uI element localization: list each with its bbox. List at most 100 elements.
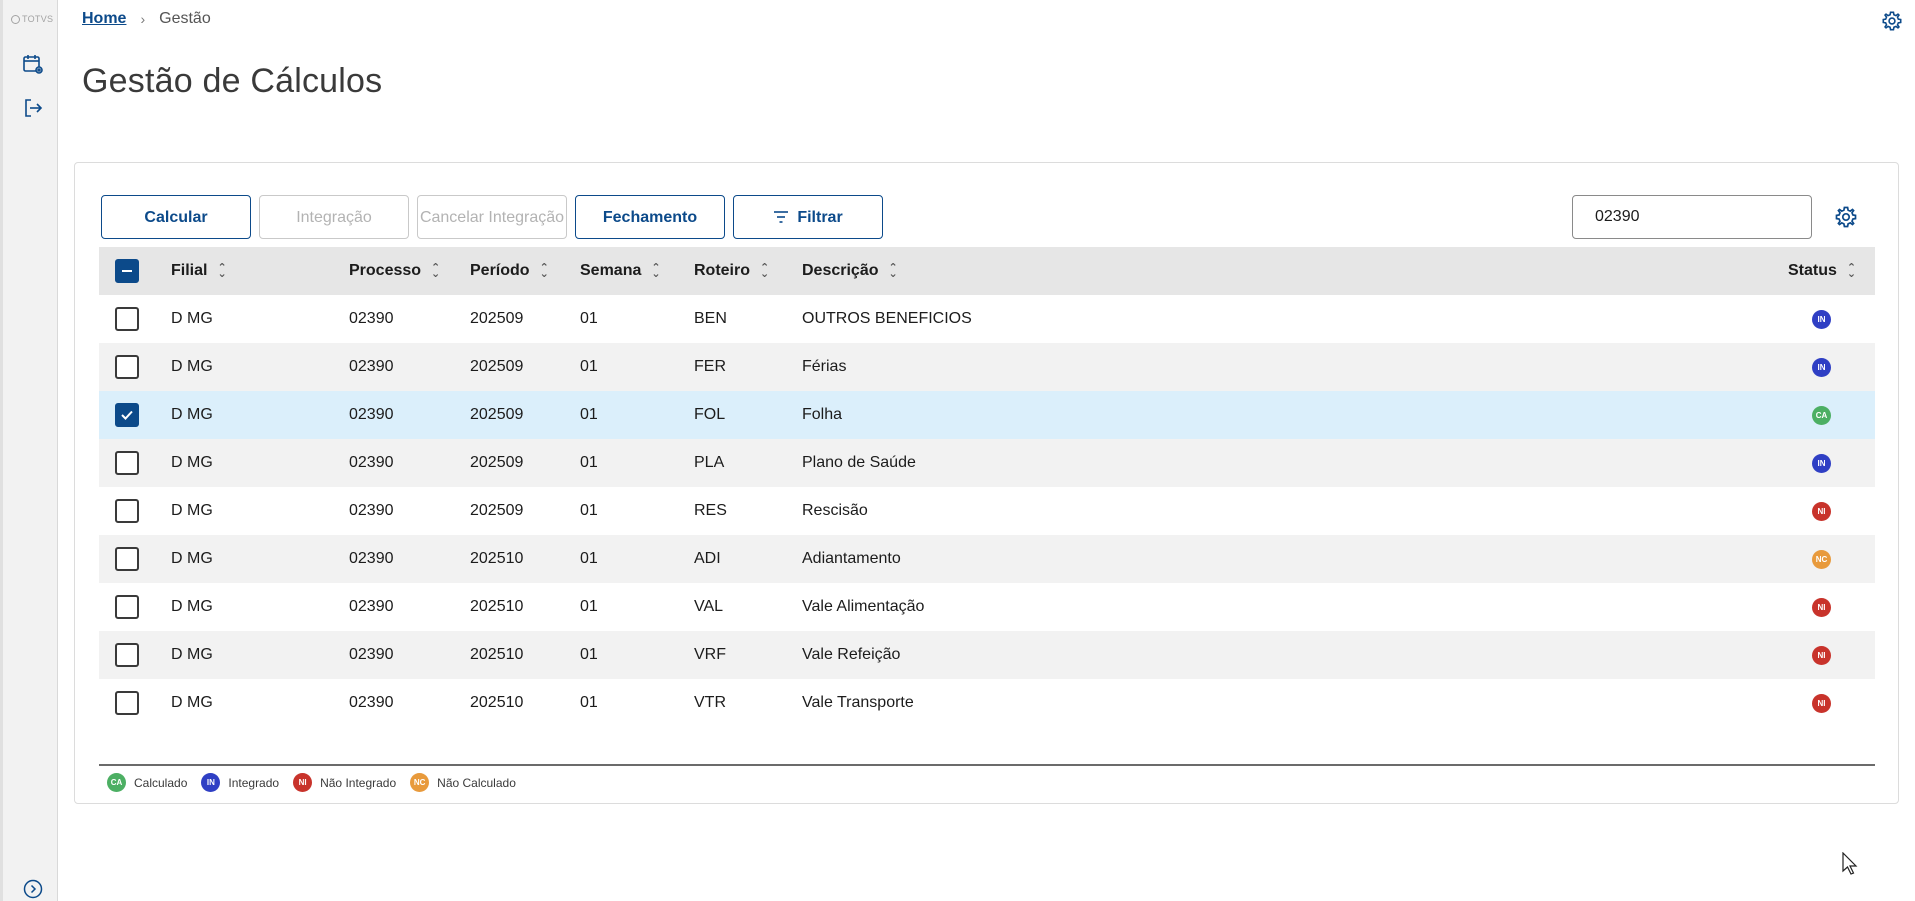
row-checkbox[interactable] <box>115 691 139 715</box>
logout-icon[interactable] <box>21 96 45 120</box>
row-select-cell <box>115 391 139 439</box>
cell-filial: D MG <box>171 358 213 375</box>
check-icon <box>121 410 133 420</box>
row-select-cell <box>115 535 139 583</box>
header-semana[interactable]: Semana ⌃ ⌄ <box>580 247 661 295</box>
row-select-cell <box>115 631 139 679</box>
calculations-table: Filial ⌃ ⌄ Processo ⌃ ⌄ Período ⌃ ⌄ Semana ⌃ ⌄ R… <box>99 247 1875 727</box>
legend-item: IN Integrado <box>201 773 279 792</box>
fechamento-button[interactable]: Fechamento <box>575 195 725 239</box>
cell-roteiro: VTR <box>694 694 726 711</box>
cancelar-integracao-button[interactable]: Cancelar Integração <box>417 195 567 239</box>
legend-badge: IN <box>201 773 221 792</box>
table-row[interactable]: D MG 02390 202510 01 ADI Adiantamento NC <box>99 535 1875 583</box>
header-periodo-label: Período <box>470 262 530 279</box>
select-all-checkbox[interactable] <box>115 259 139 283</box>
row-checkbox[interactable] <box>115 451 139 475</box>
breadcrumb-home-link[interactable]: Home <box>82 10 126 28</box>
status-badge: NI <box>1812 693 1831 713</box>
cell-processo: 02390 <box>349 550 394 567</box>
cell-filial: D MG <box>171 550 213 567</box>
header-processo[interactable]: Processo ⌃ ⌄ <box>349 247 440 295</box>
toolbar: Calcular Integração Cancelar Integração … <box>101 195 883 239</box>
table-row[interactable]: D MG 02390 202509 01 FER Férias IN <box>99 343 1875 391</box>
cell-filial: D MG <box>171 646 213 663</box>
cell-periodo: 202509 <box>470 454 524 471</box>
sidebar: TOTVS <box>0 0 58 901</box>
row-checkbox[interactable] <box>115 307 139 331</box>
table-row[interactable]: D MG 02390 202509 01 BEN OUTROS BENEFICIOS IN <box>99 295 1875 343</box>
cell-status: NC <box>1812 535 1831 583</box>
cell-filial: D MG <box>171 454 213 471</box>
cell-filial: D MG <box>171 406 213 423</box>
cell-semana: 01 <box>580 502 598 519</box>
header-filial-label: Filial <box>171 262 208 279</box>
row-checkbox[interactable] <box>115 355 139 379</box>
header-periodo[interactable]: Período ⌃ ⌄ <box>470 247 549 295</box>
cell-processo: 02390 <box>349 598 394 615</box>
row-checkbox[interactable] <box>115 547 139 571</box>
table-row[interactable]: D MG 02390 202509 01 PLA Plano de Saúde IN <box>99 439 1875 487</box>
table-footer-divider <box>99 764 1875 766</box>
cell-descricao: Férias <box>802 358 847 375</box>
filtrar-button[interactable]: Filtrar <box>733 195 883 239</box>
expand-sidebar-icon[interactable] <box>23 879 43 899</box>
table-row[interactable]: D MG 02390 202510 01 VRF Vale Refeição NI <box>99 631 1875 679</box>
sort-icon: ⌃ ⌄ <box>760 262 770 280</box>
legend-label: Integrado <box>228 775 280 790</box>
cell-periodo: 202510 <box>470 598 524 615</box>
cell-processo: 02390 <box>349 694 394 711</box>
cell-processo: 02390 <box>349 310 394 327</box>
cell-periodo: 202510 <box>470 694 524 711</box>
cell-periodo: 202510 <box>470 550 524 567</box>
row-checkbox[interactable] <box>115 499 139 523</box>
cell-roteiro: FER <box>694 358 726 375</box>
cell-semana: 01 <box>580 598 598 615</box>
table-row[interactable]: D MG 02390 202509 01 RES Rescisão NI <box>99 487 1875 535</box>
table-row[interactable]: D MG 02390 202509 01 FOL Folha CA <box>99 391 1875 439</box>
cell-roteiro: BEN <box>694 310 727 327</box>
search-field[interactable] <box>1572 195 1812 239</box>
logo-text: TOTVS <box>22 14 54 24</box>
header-roteiro[interactable]: Roteiro ⌃ ⌄ <box>694 247 769 295</box>
logo-mark-icon <box>11 14 20 24</box>
cell-periodo: 202509 <box>470 406 524 423</box>
totvs-logo: TOTVS <box>11 14 53 24</box>
legend-item: NC Não Calculado <box>410 773 516 792</box>
row-checkbox[interactable] <box>115 595 139 619</box>
page-title: Gestão de Cálculos <box>82 62 383 100</box>
calcular-button[interactable]: Calcular <box>101 195 251 239</box>
cell-filial: D MG <box>171 694 213 711</box>
cell-periodo: 202509 <box>470 358 524 375</box>
row-select-cell <box>115 439 139 487</box>
row-checkbox[interactable] <box>115 643 139 667</box>
gear-icon[interactable] <box>1881 10 1903 32</box>
cell-processo: 02390 <box>349 646 394 663</box>
cell-status: NI <box>1812 583 1831 631</box>
header-roteiro-label: Roteiro <box>694 262 750 279</box>
header-descricao[interactable]: Descrição ⌃ ⌄ <box>802 247 898 295</box>
cell-status: IN <box>1812 295 1831 343</box>
cell-semana: 01 <box>580 406 598 423</box>
header-filial[interactable]: Filial ⌃ ⌄ <box>171 247 227 295</box>
cell-status: NI <box>1812 487 1831 535</box>
filtrar-label: Filtrar <box>797 208 843 226</box>
cell-processo: 02390 <box>349 454 394 471</box>
row-checkbox[interactable] <box>115 403 139 427</box>
mouse-cursor-icon <box>1842 852 1858 875</box>
header-status-label: Status <box>1788 262 1837 279</box>
legend-label: Não Calculado <box>437 775 516 790</box>
table-settings-gear-icon[interactable] <box>1834 205 1858 229</box>
table-row[interactable]: D MG 02390 202510 01 VTR Vale Transporte NI <box>99 679 1875 727</box>
integracao-button[interactable]: Integração <box>259 195 409 239</box>
search-input[interactable] <box>1595 208 1802 226</box>
cell-semana: 01 <box>580 310 598 327</box>
cell-roteiro: ADI <box>694 550 721 567</box>
table-row[interactable]: D MG 02390 202510 01 VAL Vale Alimentação NI <box>99 583 1875 631</box>
legend-badge: NI <box>293 773 313 792</box>
cell-status: NI <box>1812 631 1831 679</box>
calendar-settings-icon[interactable] <box>21 52 45 76</box>
header-status[interactable]: Status ⌃ ⌄ <box>1788 247 1856 295</box>
status-badge: IN <box>1812 453 1831 473</box>
legend-badge: CA <box>107 773 126 792</box>
